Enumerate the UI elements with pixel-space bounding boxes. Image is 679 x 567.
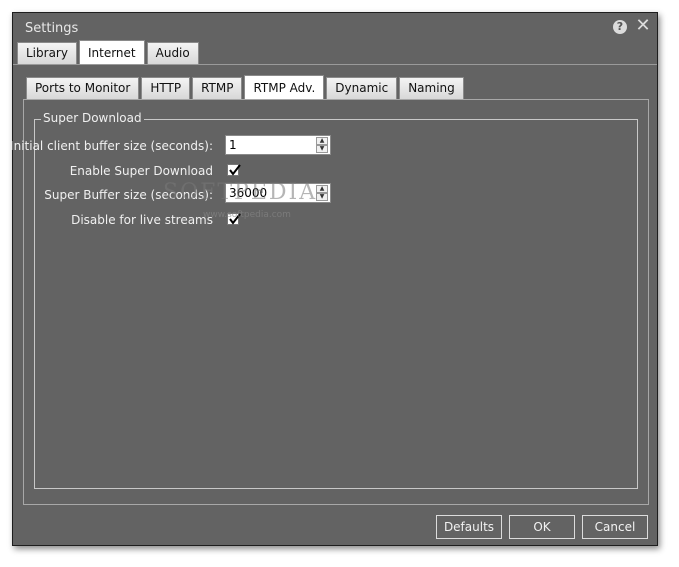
group-title: Super Download	[41, 111, 144, 125]
spin-down-icon[interactable]: ▼	[316, 145, 328, 153]
enable-super-download-label: Enable Super Download	[69, 164, 213, 178]
enable-super-download-checkbox[interactable]	[227, 164, 241, 176]
window-title: Settings	[25, 21, 79, 36]
defaults-button[interactable]: Defaults	[436, 515, 502, 539]
tab-ports-to-monitor[interactable]: Ports to Monitor	[26, 77, 140, 99]
watermark: SOFTPEDIA	[163, 180, 318, 205]
spin-down-icon[interactable]: ▼	[316, 193, 328, 201]
tab-internet[interactable]: Internet	[78, 40, 145, 64]
tab-separator	[13, 64, 657, 65]
tab-http[interactable]: HTTP	[141, 77, 191, 99]
tab-naming[interactable]: Naming	[399, 77, 464, 99]
main-tab-bar: Library Internet Audio	[17, 40, 201, 64]
initial-buffer-label: Initial client buffer size (seconds):	[10, 139, 213, 153]
close-icon[interactable]: ✕	[635, 17, 651, 35]
tab-library[interactable]: Library	[17, 42, 77, 64]
watermark-url: www.softpedia.com	[203, 210, 291, 220]
cancel-button[interactable]: Cancel	[582, 515, 648, 539]
tab-audio[interactable]: Audio	[146, 42, 199, 64]
title-bar[interactable]: Settings ? ✕	[13, 13, 657, 43]
spin-up-icon[interactable]: ▲	[316, 137, 328, 145]
settings-window: Settings ? ✕ Library Internet Audio Port…	[10, 12, 658, 546]
disable-live-label: Disable for live streams	[71, 213, 213, 227]
initial-buffer-value[interactable]: 1	[229, 138, 237, 152]
tab-rtmp-adv[interactable]: RTMP Adv.	[244, 75, 325, 99]
ok-button[interactable]: OK	[509, 515, 575, 539]
initial-buffer-stepper[interactable]: 1 ▲ ▼	[225, 135, 331, 155]
checkmark-icon	[229, 164, 241, 176]
tab-rtmp[interactable]: RTMP	[192, 77, 243, 99]
sub-tab-bar: Ports to Monitor HTTP RTMP RTMP Adv. Dyn…	[26, 75, 466, 99]
help-icon[interactable]: ?	[613, 20, 627, 34]
spin-up-icon[interactable]: ▲	[316, 185, 328, 193]
tab-dynamic[interactable]: Dynamic	[326, 77, 398, 99]
